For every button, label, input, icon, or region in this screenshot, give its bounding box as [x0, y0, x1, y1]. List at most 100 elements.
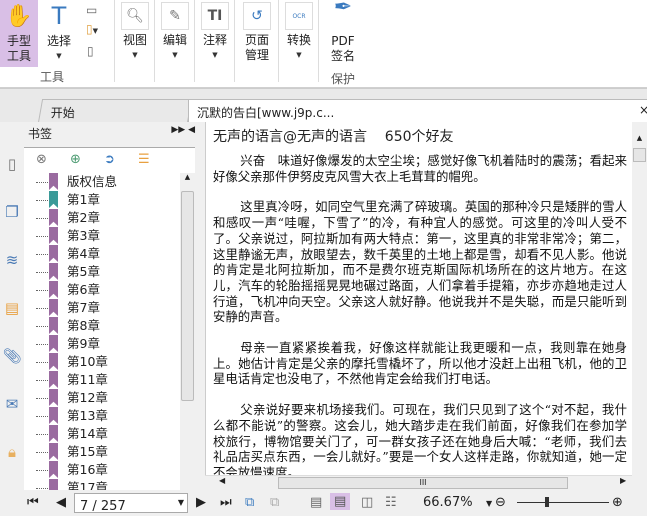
rotate-page-icon: ↺	[243, 2, 271, 30]
snapshot-icon[interactable]: ▭	[86, 3, 97, 17]
bookmark-label: 第2章	[67, 210, 100, 225]
paragraph: 这里真冷呀，如同空气里充满了碎玻璃。英国的那种冷只是矮胖的雪人和感叹一声“哇喔，…	[213, 199, 627, 325]
next-page-button[interactable]: ▶	[196, 495, 206, 510]
convert-button[interactable]: OCR 转换 ▼	[282, 0, 316, 63]
bookmark-item[interactable]: 版权信息	[24, 173, 180, 191]
text-select-icon: T	[51, 2, 67, 30]
tab-home[interactable]: 开始	[37, 99, 193, 123]
tab-document[interactable]: 沉默的告白[www.j9p.c... ×	[188, 99, 647, 123]
bookmark-label: 第6章	[67, 282, 100, 297]
bookmark-item[interactable]: 第12章	[24, 389, 180, 407]
bookmark-label: 第13章	[67, 408, 108, 423]
bookmark-item[interactable]: 第14章	[24, 425, 180, 443]
bookmark-label: 第12章	[67, 390, 108, 405]
ribbon-toolbar: ✋ 手型工具 T 选择 ▼ ▭ ▯▼ ▯ 工具 🔍︎ 视图 ▼ ✎ 编辑 ▼ TI 注释 ▼ …	[0, 0, 647, 88]
expand-panel-icon[interactable]: ▶▶	[171, 125, 185, 135]
bookmark-label: 第11章	[67, 372, 108, 387]
add-bookmark-icon[interactable]: ⊕	[70, 152, 81, 167]
collapse-panel-icon[interactable]: ◀	[188, 125, 195, 135]
last-page-button[interactable]: ⏭	[220, 495, 232, 510]
comments-icon[interactable]: ▤	[2, 299, 22, 321]
bookmark-item[interactable]: 第8章	[24, 317, 180, 335]
zoom-slider-knob[interactable]	[545, 497, 549, 507]
bookmark-item[interactable]: 第17章	[24, 479, 180, 490]
bookmark-item[interactable]: 第6章	[24, 281, 180, 299]
prev-page-button[interactable]: ◀	[56, 495, 66, 510]
text-annotate-icon: TI	[201, 2, 229, 30]
bookmark-toolbar: ⊗ ⊕ ➲ ☰	[24, 147, 195, 173]
page-management-button[interactable]: ↺ 页面管理	[238, 0, 276, 63]
prev-view-icon[interactable]: ⧉	[245, 495, 254, 510]
zoom-dropdown-icon[interactable]: ▼	[486, 499, 492, 508]
bookmark-icon	[49, 371, 58, 388]
bookmark-icon	[49, 407, 58, 424]
next-view-icon[interactable]: ⧉	[270, 495, 279, 510]
paragraph: 父亲说好要来机场接我们。可现在，我们只见到了这个“对不起，我什么都不能说”的警察…	[213, 402, 627, 475]
bookmark-item[interactable]: 第10章	[24, 353, 180, 371]
bookmark-properties-icon[interactable]: ☰	[138, 152, 150, 167]
edit-text-icon: ✎	[161, 2, 189, 30]
bookmark-item[interactable]: 第11章	[24, 371, 180, 389]
vertical-scrollbar[interactable]: ▲	[632, 122, 647, 490]
bookmark-icon	[49, 335, 58, 352]
bookmark-item[interactable]: 第13章	[24, 407, 180, 425]
continuous-page-icon[interactable]: ▤	[330, 493, 351, 510]
lock-icon[interactable]: 🔒︎	[2, 443, 22, 465]
attachment-icon[interactable]: 📎︎	[2, 347, 22, 369]
edit-button[interactable]: ✎ 编辑 ▼	[158, 0, 192, 63]
bookmark-icon	[49, 353, 58, 370]
bookmark-label: 第9章	[67, 336, 100, 351]
bookmark-label: 第4章	[67, 246, 100, 261]
bookmark-item[interactable]: 第5章	[24, 263, 180, 281]
zoom-out-icon[interactable]: ⊖	[495, 495, 506, 510]
horizontal-scrollbar[interactable]: ◀ III ▶	[205, 475, 632, 490]
bookmark-icon	[49, 425, 58, 442]
bookmark-icon	[49, 389, 58, 406]
bookmark-item[interactable]: 第1章	[24, 191, 180, 209]
facing-pages-icon[interactable]: ◫	[361, 495, 373, 510]
zoom-level[interactable]: 66.67%	[423, 495, 473, 510]
select-button[interactable]: T 选择 ▼	[42, 0, 76, 64]
goto-bookmark-icon[interactable]: ➲	[104, 152, 115, 167]
bookmark-icon	[49, 299, 58, 316]
bookmark-item[interactable]: 第4章	[24, 245, 180, 263]
ocr-icon: OCR	[285, 2, 313, 30]
bookmark-item[interactable]: 第9章	[24, 335, 180, 353]
clipboard-icon[interactable]: ▯▼	[86, 22, 98, 36]
bookmark-label: 第15章	[67, 444, 108, 459]
layers-icon[interactable]: ≋	[2, 251, 22, 273]
bookmark-icon	[49, 443, 58, 460]
bookmark-item[interactable]: 第7章	[24, 299, 180, 317]
annotate-button[interactable]: TI 注释 ▼	[198, 0, 232, 63]
bookmark-item[interactable]: 第2章	[24, 209, 180, 227]
paragraph: 兴奋 味道好像爆发的太空尘埃；感觉好像飞机着陆时的震荡；看起来好像父亲那件伊努皮…	[213, 153, 627, 184]
signature-icon[interactable]: ✉	[2, 395, 22, 417]
close-tab-icon[interactable]: ×	[639, 103, 647, 117]
bookmark-icon	[49, 263, 58, 280]
page-icon[interactable]: ▯	[87, 44, 94, 58]
pages-icon[interactable]: ❐	[2, 203, 22, 225]
hand-icon: ✋	[5, 4, 33, 29]
zoom-slider[interactable]	[517, 502, 609, 503]
bookmark-icon	[49, 191, 58, 208]
zoom-in-icon[interactable]: ⊕	[612, 495, 623, 510]
single-page-icon[interactable]: ▤	[310, 495, 322, 510]
hand-tool-button[interactable]: ✋ 手型工具	[0, 0, 38, 67]
pdf-sign-button[interactable]: ✒ PDF签名	[324, 0, 362, 64]
bookmark-item[interactable]: 第16章	[24, 461, 180, 479]
bookmark-label: 第8章	[67, 318, 100, 333]
delete-bookmark-icon[interactable]: ⊗	[36, 152, 47, 167]
bookmark-scrollbar[interactable]: ▲	[180, 173, 195, 490]
continuous-facing-icon[interactable]: ☷	[385, 495, 397, 510]
bookmark-item[interactable]: 第15章	[24, 443, 180, 461]
page-number-input[interactable]: 7 / 257 ▼	[74, 493, 188, 514]
view-button[interactable]: 🔍︎ 视图 ▼	[118, 0, 152, 63]
bookmark-item[interactable]: 第3章	[24, 227, 180, 245]
first-page-button[interactable]: ⏮	[27, 495, 39, 510]
bookmark-icon	[49, 281, 58, 298]
bookmarks-panel: ▯ ❐ ≋ ▤ 📎︎ ✉ 🔒︎ 书签 ▶▶ ◀ ⊗ ⊕ ➲ ☰ 版权信息 第1章第…	[0, 122, 205, 490]
page-thumbnail-icon[interactable]: ▯	[2, 155, 22, 177]
bookmark-label: 第3章	[67, 228, 100, 243]
bookmark-label: 第1章	[67, 192, 100, 207]
bookmark-label: 第14章	[67, 426, 108, 441]
